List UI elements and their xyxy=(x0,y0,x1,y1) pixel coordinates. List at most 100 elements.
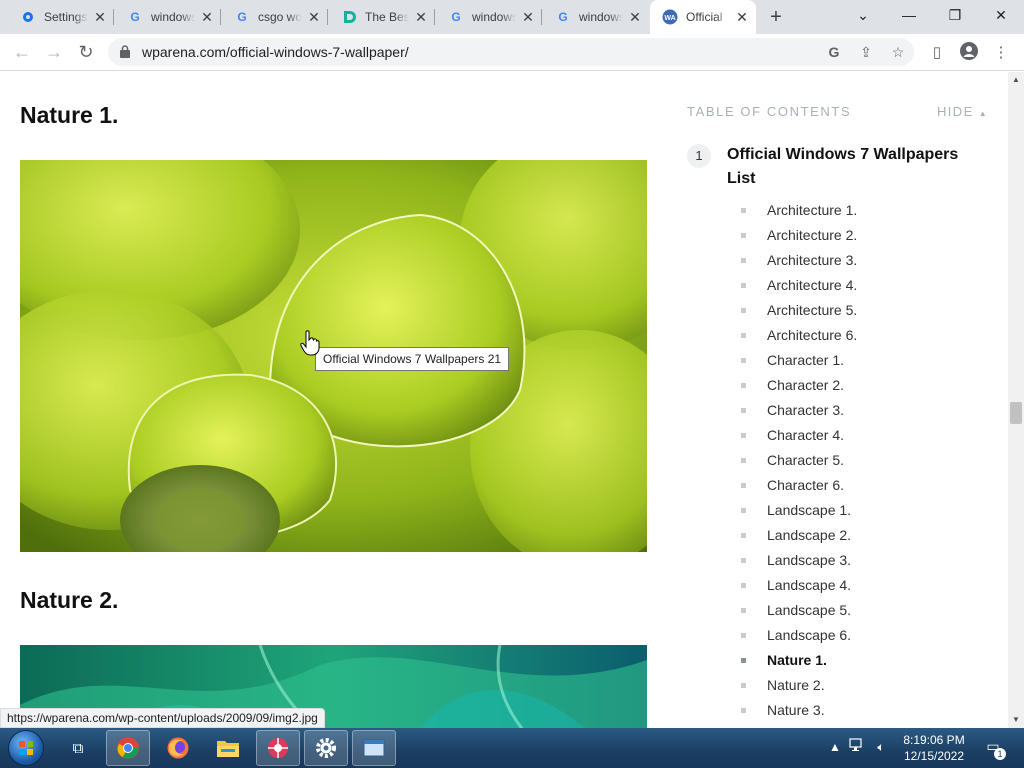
tab-settings[interactable]: Settings ✕ xyxy=(8,0,114,34)
close-icon[interactable]: ✕ xyxy=(413,9,429,25)
address-bar[interactable]: wparena.com/official-windows-7-wallpaper… xyxy=(108,38,914,66)
close-icon[interactable]: ✕ xyxy=(627,9,643,25)
toc-bullet-icon xyxy=(741,508,746,513)
toc-bullet-icon xyxy=(741,233,746,238)
close-icon[interactable]: ✕ xyxy=(306,9,322,25)
toc-item[interactable]: Character 5. xyxy=(741,448,857,473)
menu-kebab-icon[interactable]: ⋮ xyxy=(990,42,1012,64)
task-view-button[interactable]: ⧉ xyxy=(56,730,100,766)
tab-windows-2[interactable]: G windows ✕ xyxy=(436,0,542,34)
toc-item[interactable]: Nature 3. xyxy=(741,698,857,723)
close-icon[interactable]: ✕ xyxy=(520,9,536,25)
toc-item-label: Nature 2. xyxy=(767,677,825,693)
tab-search-button[interactable]: ⌄ xyxy=(840,0,886,30)
share-icon[interactable]: ⇪ xyxy=(856,42,876,62)
tab-title: Settings xyxy=(44,10,88,24)
toc-bullet-icon xyxy=(741,383,746,388)
toc-item[interactable]: Character 3. xyxy=(741,398,857,423)
toc-item-label: Character 2. xyxy=(767,377,845,393)
toc-item-label: Nature 1. xyxy=(767,652,827,668)
start-button[interactable] xyxy=(8,730,44,766)
toc-item-label: Landscape 6. xyxy=(767,627,852,643)
image-tooltip: Official Windows 7 Wallpapers 21 xyxy=(315,347,510,371)
toc-item[interactable]: Character 6. xyxy=(741,473,857,498)
toc-item[interactable]: Nature 1. xyxy=(741,648,857,673)
back-button[interactable]: ← xyxy=(8,38,36,66)
heading-nature-2: Nature 2. xyxy=(20,587,119,613)
bookmark-star-icon[interactable]: ☆ xyxy=(888,42,908,62)
reload-button[interactable]: ↻ xyxy=(72,38,100,66)
window-app-icon xyxy=(363,739,385,757)
toc-item[interactable]: Landscape 6. xyxy=(741,623,857,648)
svg-text:WA: WA xyxy=(664,15,675,22)
taskbar-file-explorer[interactable] xyxy=(206,730,250,766)
tab-windows-3[interactable]: G windows ✕ xyxy=(543,0,649,34)
gear-icon xyxy=(20,9,36,25)
window-close-button[interactable]: ✕ xyxy=(978,0,1024,30)
toc-item-label: Architecture 6. xyxy=(767,327,858,343)
tab-the-best[interactable]: The Best ✕ xyxy=(329,0,435,34)
taskbar-firefox[interactable] xyxy=(156,730,200,766)
notification-center-button[interactable]: ▭ 1 xyxy=(982,738,1006,760)
tray-expand-icon[interactable]: ▲ xyxy=(826,738,844,756)
taskbar-app-red[interactable] xyxy=(256,730,300,766)
minimize-button[interactable]: — xyxy=(886,0,932,30)
side-panel-icon[interactable]: ▯ xyxy=(926,42,948,64)
scroll-down-arrow-icon[interactable]: ▼ xyxy=(1012,716,1020,724)
page-scrollbar[interactable]: ▲ ▼ xyxy=(1008,72,1024,728)
taskbar-window-app[interactable] xyxy=(352,730,396,766)
toc-item-label: Character 3. xyxy=(767,402,845,418)
tab-windows[interactable]: G windows ✕ xyxy=(115,0,221,34)
new-tab-button[interactable]: + xyxy=(764,5,788,29)
toc-bullet-icon xyxy=(741,633,746,638)
restore-button[interactable]: ❐ xyxy=(932,0,978,30)
network-icon[interactable] xyxy=(848,738,866,756)
close-icon[interactable]: ✕ xyxy=(199,9,215,25)
toc-item[interactable]: Landscape 1. xyxy=(741,498,857,523)
close-icon[interactable]: ✕ xyxy=(92,9,108,25)
toc-item-label: Character 1. xyxy=(767,352,845,368)
toc-item[interactable]: Landscape 4. xyxy=(741,573,857,598)
tab-title: Official xyxy=(686,10,730,24)
toc-section-number: 1 xyxy=(687,144,711,168)
profile-avatar-icon[interactable] xyxy=(958,42,980,64)
forward-button[interactable]: → xyxy=(40,38,68,66)
toc-item[interactable]: Character 1. xyxy=(741,348,857,373)
toc-item[interactable]: Landscape 5. xyxy=(741,598,857,623)
toc-item[interactable]: Architecture 1. xyxy=(741,198,857,223)
toc-item[interactable]: Nature 2. xyxy=(741,673,857,698)
toc-bullet-icon xyxy=(741,483,746,488)
tab-separator xyxy=(327,9,328,25)
volume-icon[interactable]: 🔈︎ xyxy=(872,738,890,756)
toc-item-label: Landscape 4. xyxy=(767,577,852,593)
toc-item[interactable]: Architecture 4. xyxy=(741,273,857,298)
scrollbar-thumb[interactable] xyxy=(1010,402,1022,424)
toc-item[interactable]: Architecture 5. xyxy=(741,298,857,323)
toc-hide-button[interactable]: HIDE ▲ xyxy=(937,104,988,119)
toc-item[interactable]: Character 4. xyxy=(741,423,857,448)
tab-official[interactable]: WA Official ✕ xyxy=(650,0,756,34)
toc-item-label: Architecture 3. xyxy=(767,252,858,268)
toc-item-label: Architecture 2. xyxy=(767,227,858,243)
toc-bullet-icon xyxy=(741,583,746,588)
toc-item-label: Architecture 5. xyxy=(767,302,858,318)
toc-item[interactable]: Landscape 3. xyxy=(741,548,857,573)
close-icon[interactable]: ✕ xyxy=(734,9,750,25)
toc-item[interactable]: Architecture 6. xyxy=(741,323,857,348)
taskbar-chrome[interactable] xyxy=(106,730,150,766)
toc-item[interactable]: Character 2. xyxy=(741,373,857,398)
toc-item-label: Character 4. xyxy=(767,427,845,443)
system-clock[interactable]: 8:19:06 PM 12/15/2022 xyxy=(903,732,965,764)
toc-item-label: Architecture 1. xyxy=(767,202,858,218)
toc-item[interactable]: Architecture 2. xyxy=(741,223,857,248)
tab-csgo[interactable]: G csgo wo ✕ xyxy=(222,0,328,34)
toc-item-label: Character 6. xyxy=(767,477,845,493)
scroll-up-arrow-icon[interactable]: ▲ xyxy=(1012,76,1020,84)
toc-bullet-icon xyxy=(741,708,746,713)
taskbar-settings[interactable] xyxy=(304,730,348,766)
google-lens-icon[interactable]: G xyxy=(824,42,844,62)
toc-item[interactable]: Landscape 2. xyxy=(741,523,857,548)
toc-main-link[interactable]: Official Windows 7 Wallpapers List xyxy=(727,143,977,191)
toc-item[interactable]: Architecture 3. xyxy=(741,248,857,273)
tab-separator xyxy=(113,9,114,25)
